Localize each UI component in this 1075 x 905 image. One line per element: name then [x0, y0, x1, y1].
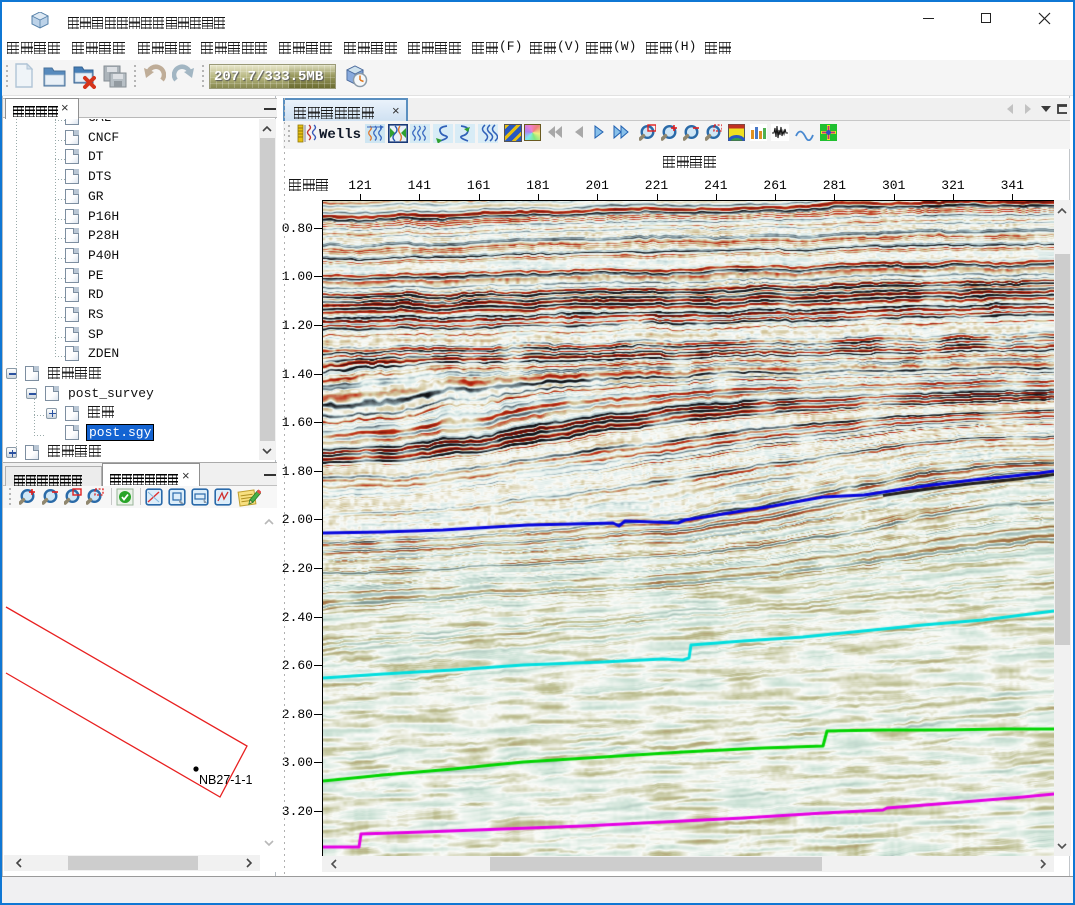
svg-text:NB27-1-1: NB27-1-1 — [199, 773, 253, 787]
